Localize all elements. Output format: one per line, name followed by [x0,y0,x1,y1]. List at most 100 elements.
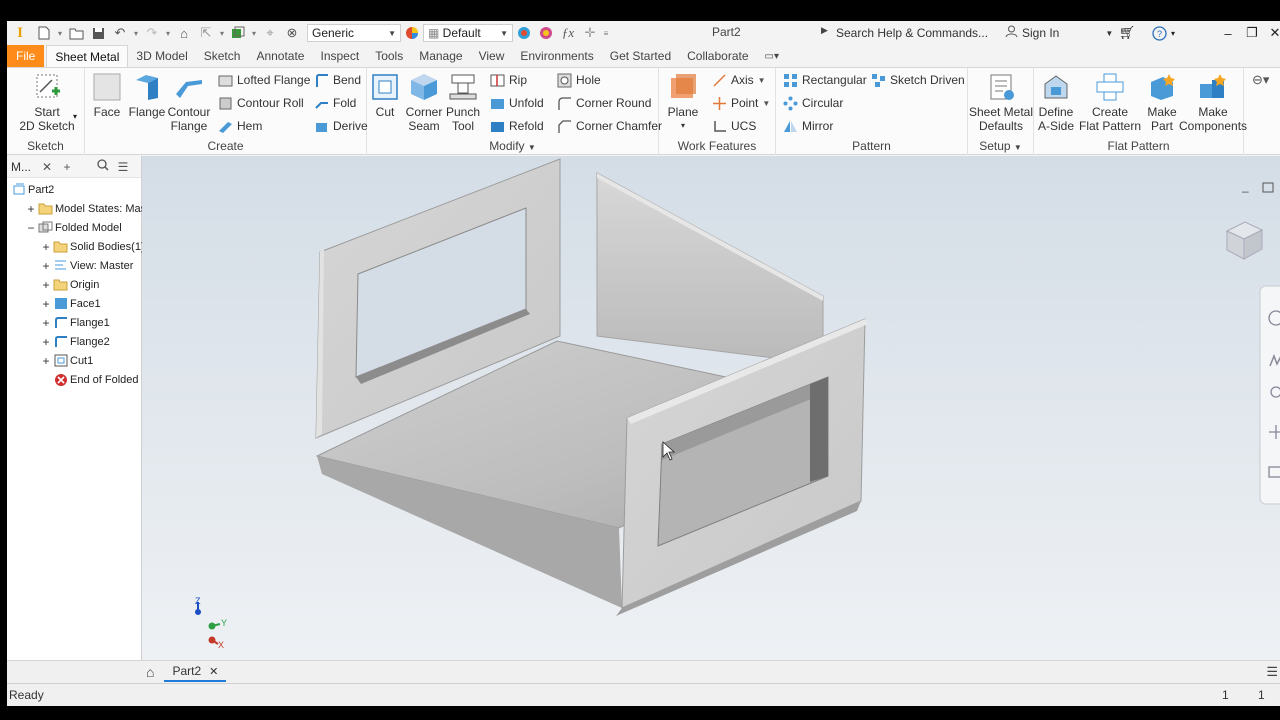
save-icon[interactable] [87,22,109,44]
punch-tool-button[interactable]: Punch Tool [445,71,481,133]
menu-icon[interactable]: ☰ [113,160,133,174]
close-icon[interactable]: ✕ [37,160,57,174]
rip-button[interactable]: Rip [489,70,527,90]
tab-annotate[interactable]: Annotate [248,45,312,67]
tab-collaborate[interactable]: Collaborate [679,45,756,67]
home-icon[interactable]: ⌂ [173,22,195,44]
expand-icon[interactable]: + [39,335,53,349]
add-icon[interactable]: ✛ [579,22,601,44]
new-dropdown-icon[interactable]: ▾ [55,22,65,44]
tree-item-part2[interactable]: Part2 [9,180,54,199]
minimize-icon[interactable]: – [1216,21,1240,45]
redo-icon[interactable]: ↷ [141,22,163,44]
update-dropdown-icon[interactable]: ▾ [249,22,259,44]
create-flat-pattern-button[interactable]: Create Flat Pattern [1078,71,1142,133]
select-dropdown-icon[interactable]: ▾ [217,22,227,44]
adjust-icon[interactable] [513,22,535,44]
tree-item-flange2[interactable]: + Flange2 [39,332,109,351]
navigation-bar[interactable] [1259,285,1280,505]
tab-inspect[interactable]: Inspect [312,45,367,67]
corner-seam-button[interactable]: Corner Seam [405,71,443,133]
close-icon[interactable]: ✕ [209,665,218,678]
select-icon[interactable]: ⇱ [195,22,217,44]
tree-item-view-master[interactable]: + View: Master [39,256,133,275]
cart-icon[interactable]: 🛒︎ [1115,21,1139,45]
hem-button[interactable]: Hem [217,116,262,136]
home-icon[interactable]: ⌂ [146,664,154,680]
search-input[interactable]: Search Help & Commands... [836,23,1016,43]
search-icon[interactable] [93,159,113,174]
collapse-icon[interactable]: − [24,221,38,235]
tab-file[interactable]: File [7,45,45,67]
rectangular-pattern-button[interactable]: Rectangular [782,70,867,90]
graphics-viewport[interactable]: Z Y X – [142,156,1280,660]
fx-parameters-icon[interactable]: ƒx [557,22,579,44]
customize-icon[interactable]: ≡ [601,22,611,44]
tree-item-end-of-folded[interactable]: End of Folded [39,370,139,389]
plane-button[interactable]: Plane ▾ [665,71,701,133]
material-select[interactable]: Generic ▼ [307,24,401,42]
tab-get-started[interactable]: Get Started [602,45,679,67]
tree-item-face1[interactable]: + Face1 [39,294,100,313]
tab-3d-model[interactable]: 3D Model [128,45,195,67]
update-icon[interactable] [227,22,249,44]
tree-item-flange1[interactable]: + Flange1 [39,313,109,332]
ribbon-options-icon[interactable]: ⊖▾ [1252,72,1269,88]
contour-roll-button[interactable]: Contour Roll [217,93,304,113]
contour-flange-button[interactable]: Contour Flange [165,71,213,133]
expand-icon[interactable]: + [24,202,38,216]
lofted-flange-button[interactable]: Lofted Flange [217,70,310,90]
model-canvas[interactable]: Z Y X – [142,156,1280,660]
flange-button[interactable]: Flange [125,71,169,119]
expand-icon[interactable]: + [39,278,53,292]
corner-round-button[interactable]: Corner Round [556,93,651,113]
appearance-select[interactable]: ▦ Default ▼ [423,24,513,42]
undo-icon[interactable]: ↶ [109,22,131,44]
panel-title-modify[interactable]: Modify ▼ [367,139,658,153]
sheet-metal-part[interactable] [315,158,868,616]
material-icon[interactable]: ⊗ [281,22,303,44]
restore-icon[interactable]: ❐ [1240,21,1264,45]
viewcube[interactable] [1225,221,1264,260]
close-icon[interactable]: ✕ [1263,21,1280,45]
make-part-button[interactable]: Make Part [1144,71,1180,133]
sheet-metal-defaults-button[interactable]: Sheet Metal Defaults [968,71,1034,133]
tree-item-origin[interactable]: + Origin [39,275,99,294]
ribbon-display-options-icon[interactable]: ▭▾ [757,45,787,67]
open-file-icon[interactable] [65,22,87,44]
face-button[interactable]: Face [89,71,125,119]
document-tab-part2[interactable]: Part2 ✕ [164,662,227,682]
tab-environments[interactable]: Environments [512,45,601,67]
undo-dropdown-icon[interactable]: ▾ [131,22,141,44]
redo-dropdown-icon[interactable]: ▾ [163,22,173,44]
tree-item-cut1[interactable]: + Cut1 [39,351,93,370]
browser-title[interactable]: M... [11,160,37,174]
cut-button[interactable]: Cut [369,71,401,119]
add-icon[interactable]: + [57,160,77,174]
tab-sketch[interactable]: Sketch [196,45,249,67]
appearance-icon[interactable] [401,22,423,44]
viewport-maximize-icon[interactable] [1262,182,1274,193]
expand-icon[interactable]: + [39,259,53,273]
viewport-minimize-icon[interactable]: – [1242,184,1249,198]
help-dropdown-icon[interactable]: ▾ [1167,21,1179,45]
clear-appearance-icon[interactable] [535,22,557,44]
tree-item-model-states-master[interactable]: + Model States: Master [24,199,158,218]
menu-icon[interactable]: ☰ [1266,664,1278,680]
tree-item-folded-model[interactable]: − Folded Model [24,218,121,237]
hole-button[interactable]: Hole [556,70,601,90]
unfold-button[interactable]: Unfold [489,93,544,113]
fold-button[interactable]: Fold [313,93,356,113]
mirror-button[interactable]: Mirror [782,116,833,136]
app-logo[interactable]: I [7,21,33,45]
tab-view[interactable]: View [471,45,513,67]
start-2d-sketch-button[interactable]: Start 2D Sketch [17,71,77,133]
define-a-side-button[interactable]: Define A-Side [1036,71,1076,133]
expand-icon[interactable]: + [39,316,53,330]
point-button[interactable]: Point ▼ [711,93,770,113]
expand-icon[interactable]: + [39,240,53,254]
refold-button[interactable]: Refold [489,116,544,136]
tab-tools[interactable]: Tools [367,45,411,67]
make-components-button[interactable]: Make Components [1179,71,1247,133]
expand-icon[interactable]: + [39,354,53,368]
